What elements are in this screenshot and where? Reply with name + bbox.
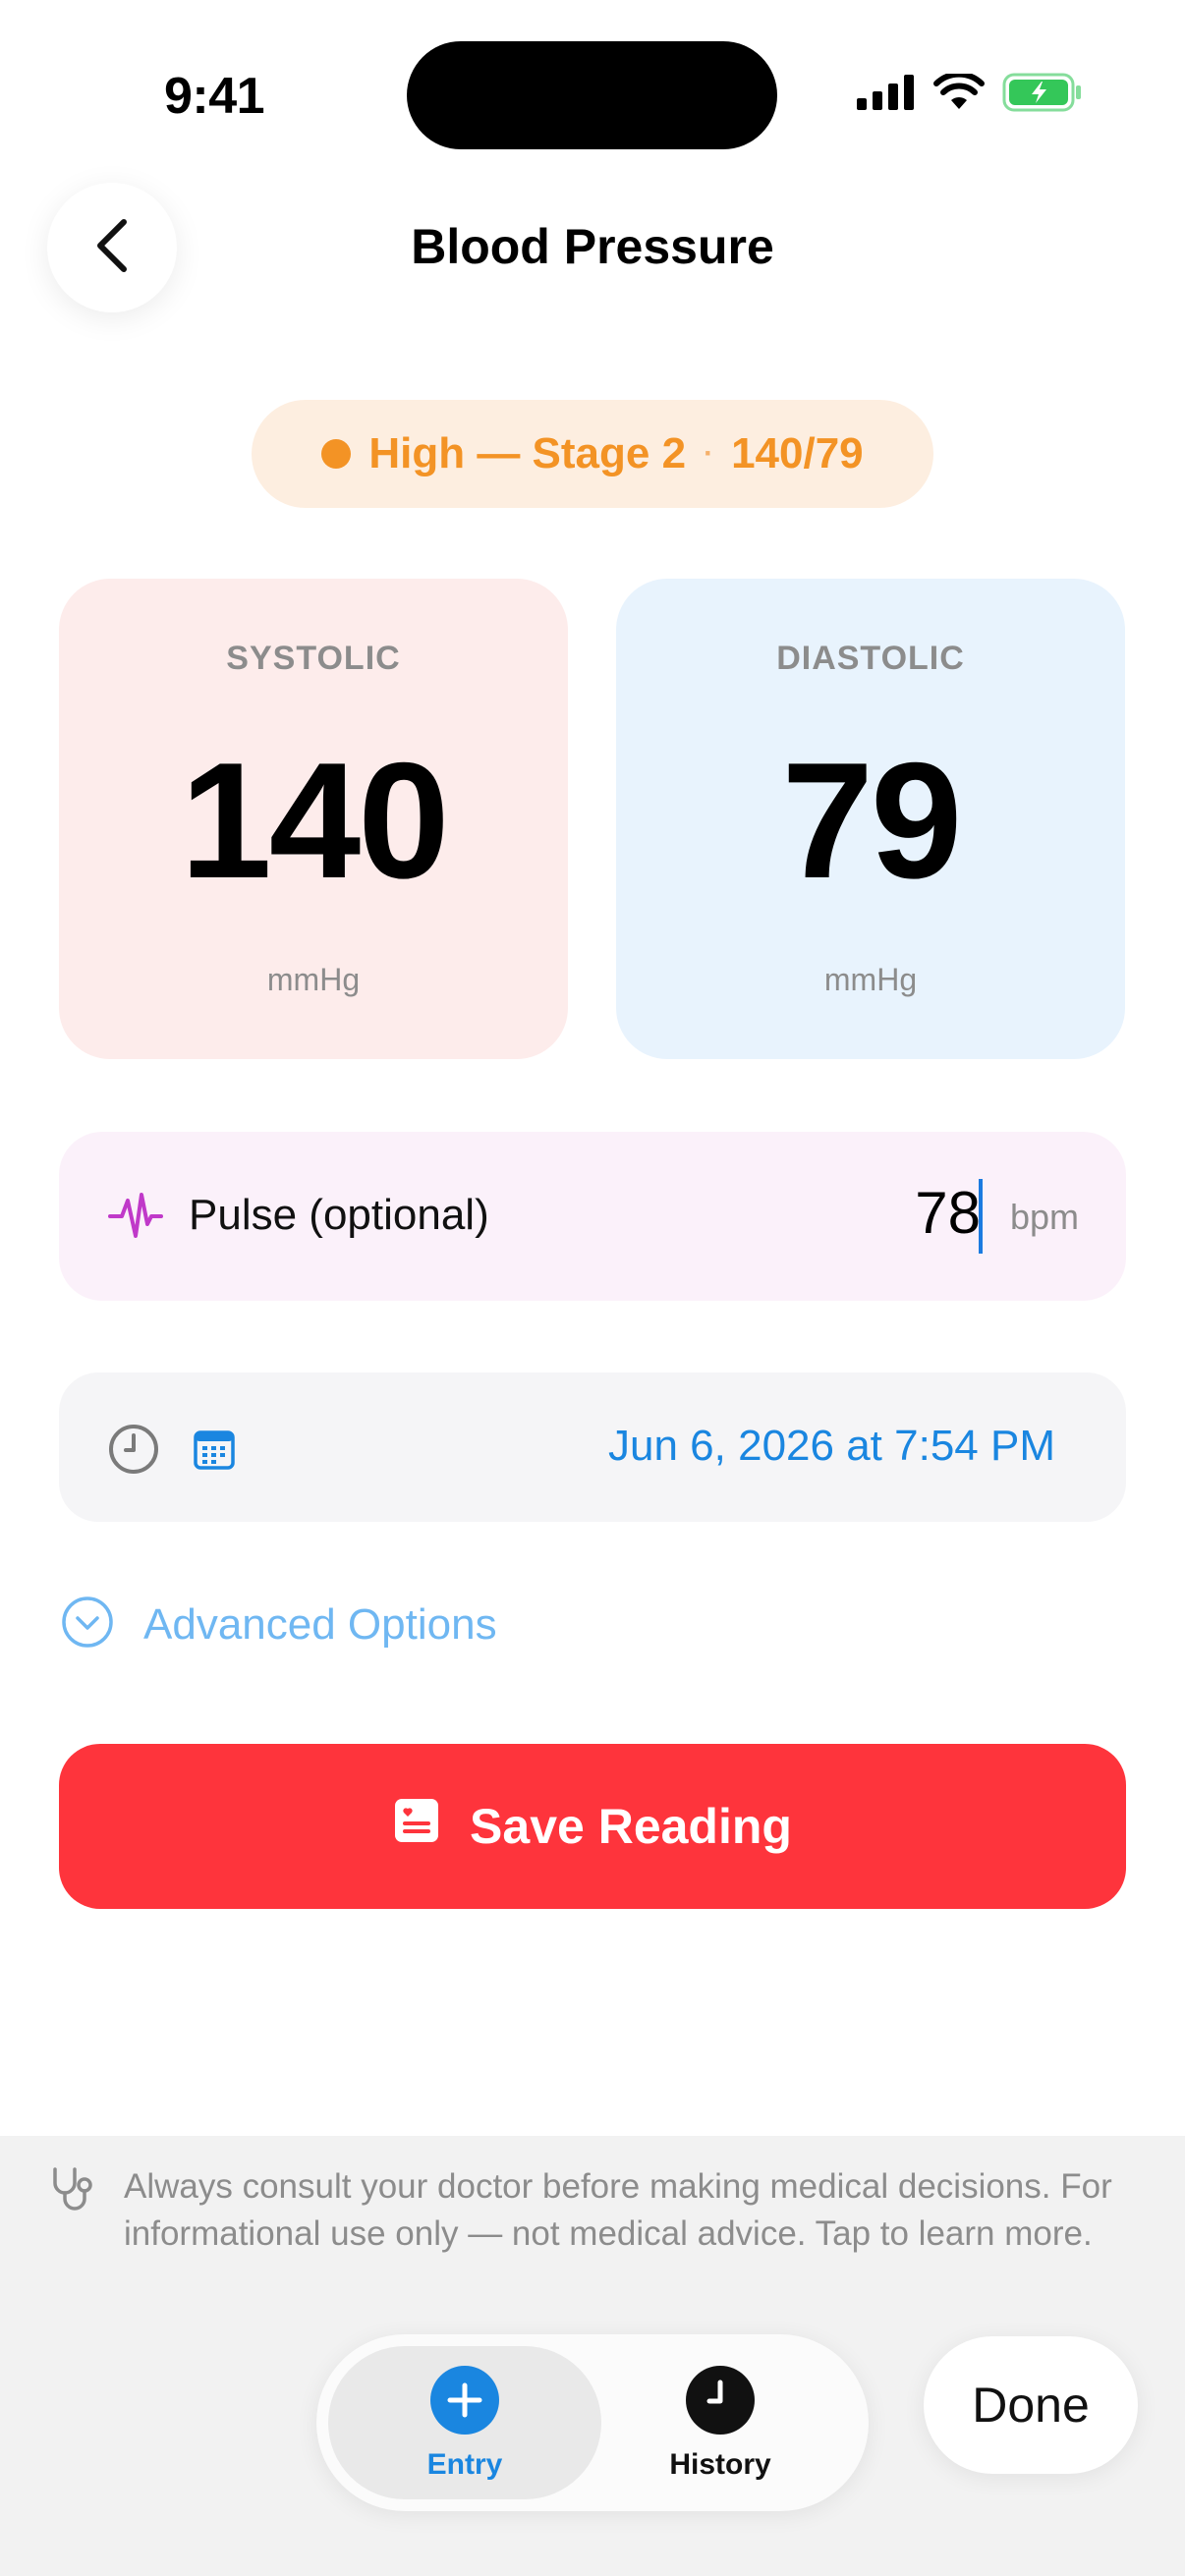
pulse-field[interactable]: Pulse (optional) 78 bpm xyxy=(59,1132,1126,1301)
wifi-icon xyxy=(933,71,985,116)
status-time: 9:41 xyxy=(164,68,265,125)
diastolic-value[interactable]: 79 xyxy=(616,726,1125,916)
status-dot-icon xyxy=(321,439,352,469)
date-time-value[interactable]: Jun 6, 2026 at 7:54 PM xyxy=(608,1422,1055,1471)
cellular-signal-icon xyxy=(857,75,916,115)
done-button[interactable]: Done xyxy=(924,2336,1138,2474)
diastolic-card[interactable]: DIASTOLIC 79 mmHg xyxy=(616,579,1125,1059)
calendar-icon[interactable] xyxy=(193,1428,236,1476)
tab-history-label: History xyxy=(669,2448,771,2481)
systolic-value[interactable]: 140 xyxy=(59,726,568,916)
disclaimer-text[interactable]: Always consult your doctor before making… xyxy=(124,2163,1146,2258)
dynamic-island xyxy=(407,41,777,149)
bp-category-label: High — Stage 2 xyxy=(368,429,687,477)
separator: · xyxy=(704,437,714,470)
tab-history[interactable]: History xyxy=(584,2346,857,2499)
pulse-label: Pulse (optional) xyxy=(189,1191,489,1239)
status-bar: 9:41 xyxy=(0,0,1185,196)
battery-charging-icon xyxy=(1002,73,1083,117)
save-reading-button[interactable]: Save Reading xyxy=(59,1744,1126,1909)
tab-entry[interactable]: Entry xyxy=(328,2346,601,2499)
plus-circle-icon xyxy=(430,2366,499,2439)
heart-document-icon xyxy=(393,1797,440,1856)
systolic-label: SYSTOLIC xyxy=(226,640,401,677)
advanced-options-label: Advanced Options xyxy=(143,1599,497,1649)
diastolic-unit: mmHg xyxy=(823,962,918,997)
bp-reading-label: 140/79 xyxy=(731,429,864,477)
bp-category-badge: High — Stage 2 · 140/79 xyxy=(252,400,933,508)
pulse-input[interactable]: 78 xyxy=(915,1179,981,1247)
text-cursor xyxy=(979,1179,983,1254)
tab-entry-label: Entry xyxy=(426,2448,503,2481)
clock-filled-icon xyxy=(686,2366,755,2439)
stethoscope-icon xyxy=(47,2165,102,2217)
date-time-field[interactable]: Jun 6, 2026 at 7:54 PM xyxy=(59,1372,1126,1522)
advanced-options-toggle[interactable]: Advanced Options xyxy=(61,1596,497,1653)
tab-bar: Entry History xyxy=(316,2334,869,2511)
chevron-down-circle-icon xyxy=(61,1596,114,1653)
status-icons xyxy=(857,71,1083,117)
page-title: Blood Pressure xyxy=(411,219,774,274)
systolic-unit: mmHg xyxy=(266,962,361,997)
clock-icon[interactable] xyxy=(108,1424,159,1480)
save-reading-label: Save Reading xyxy=(470,1799,792,1854)
systolic-card[interactable]: SYSTOLIC 140 mmHg xyxy=(59,579,568,1059)
diastolic-label: DIASTOLIC xyxy=(776,640,965,677)
pulse-unit: bpm xyxy=(1009,1197,1079,1237)
waveform-icon xyxy=(108,1187,163,1251)
